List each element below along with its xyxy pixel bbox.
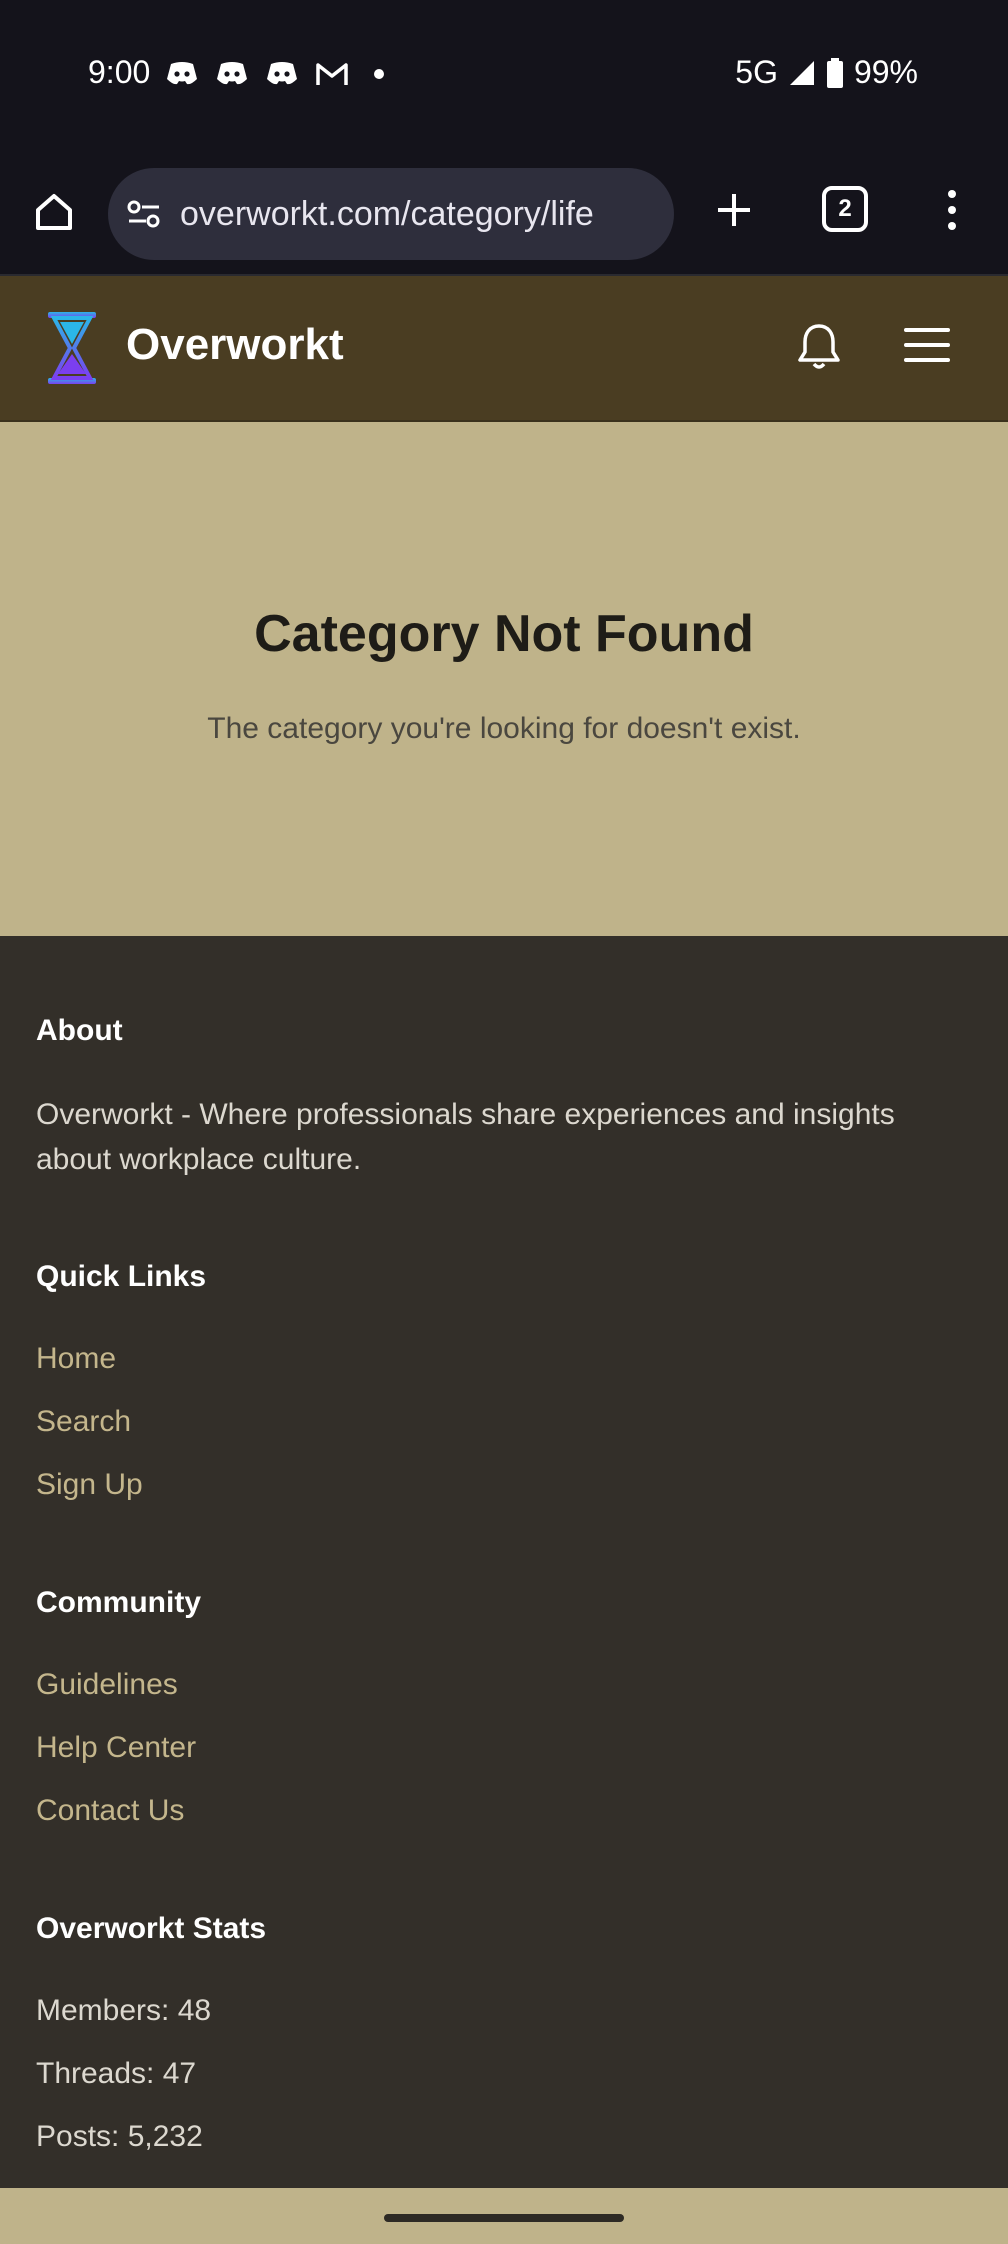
footer-about-text: Overworkt - Where professionals share ex… <box>36 1098 895 1176</box>
footer-community-heading: Community <box>36 1586 201 1619</box>
footer-quick-links-heading: Quick Links <box>36 1260 207 1293</box>
battery-label: 99% <box>853 54 918 90</box>
new-tab-button[interactable] <box>704 180 764 240</box>
discord-icon <box>264 56 300 92</box>
main-content: Category Not Found The category you're l… <box>0 422 1008 936</box>
status-right: 5G 99% <box>735 54 918 91</box>
discord-icon <box>164 56 200 92</box>
discord-icon <box>214 56 250 92</box>
address-bar[interactable]: overworkt.com/category/life <box>108 168 674 260</box>
page-subtitle: The category you're looking for doesn't … <box>207 712 801 745</box>
url-text[interactable]: overworkt.com/category/life <box>180 195 640 234</box>
gesture-nav-bar[interactable] <box>0 2188 1008 2244</box>
status-bar: 9:00 5G 99% <box>0 0 1008 152</box>
notification-icons <box>164 56 384 92</box>
home-icon <box>36 194 72 230</box>
plus-icon <box>718 194 750 226</box>
gmail-icon <box>314 56 350 92</box>
browser-toolbar: overworkt.com/category/life 2 <box>0 152 1008 276</box>
footer-link-contact[interactable]: Contact Us <box>36 1794 184 1828</box>
page-title: Category Not Found <box>254 605 754 663</box>
signal-icon <box>789 60 814 85</box>
footer-link-help-center[interactable]: Help Center <box>36 1731 196 1765</box>
status-time: 9:00 <box>88 54 151 90</box>
site-name[interactable]: Overworkt <box>126 320 344 370</box>
footer-link-signup[interactable]: Sign Up <box>36 1468 143 1502</box>
footer-about-heading: About <box>36 1014 123 1047</box>
site-header: Overworkt <box>0 276 1008 422</box>
menu-hamburger-icon[interactable] <box>904 322 950 368</box>
battery-icon <box>826 57 843 88</box>
home-button[interactable] <box>24 182 84 242</box>
kebab-dot <box>948 222 956 230</box>
hourglass-logo-icon[interactable] <box>46 310 98 386</box>
kebab-dot <box>948 190 956 198</box>
gesture-handle[interactable] <box>384 2214 624 2222</box>
tab-switcher-button[interactable]: 2 <box>822 186 868 232</box>
site-settings-icon[interactable] <box>124 194 164 234</box>
footer-link-guidelines[interactable]: Guidelines <box>36 1668 178 1702</box>
stat-posts: Posts: 5,232 <box>36 2120 203 2153</box>
network-label: 5G <box>735 54 778 90</box>
stat-members: Members: 48 <box>36 1994 212 2027</box>
footer-link-home[interactable]: Home <box>36 1342 116 1376</box>
site-footer: About Overworkt - Where professionals sh… <box>0 936 1008 2188</box>
kebab-dot <box>948 206 956 214</box>
browser-menu-button[interactable] <box>930 180 974 240</box>
footer-link-search[interactable]: Search <box>36 1405 131 1439</box>
bell-icon[interactable] <box>790 318 848 376</box>
stat-threads: Threads: 47 <box>36 2057 197 2090</box>
more-notifications-dot <box>374 69 384 79</box>
footer-stats-heading: Overworkt Stats <box>36 1912 267 1945</box>
